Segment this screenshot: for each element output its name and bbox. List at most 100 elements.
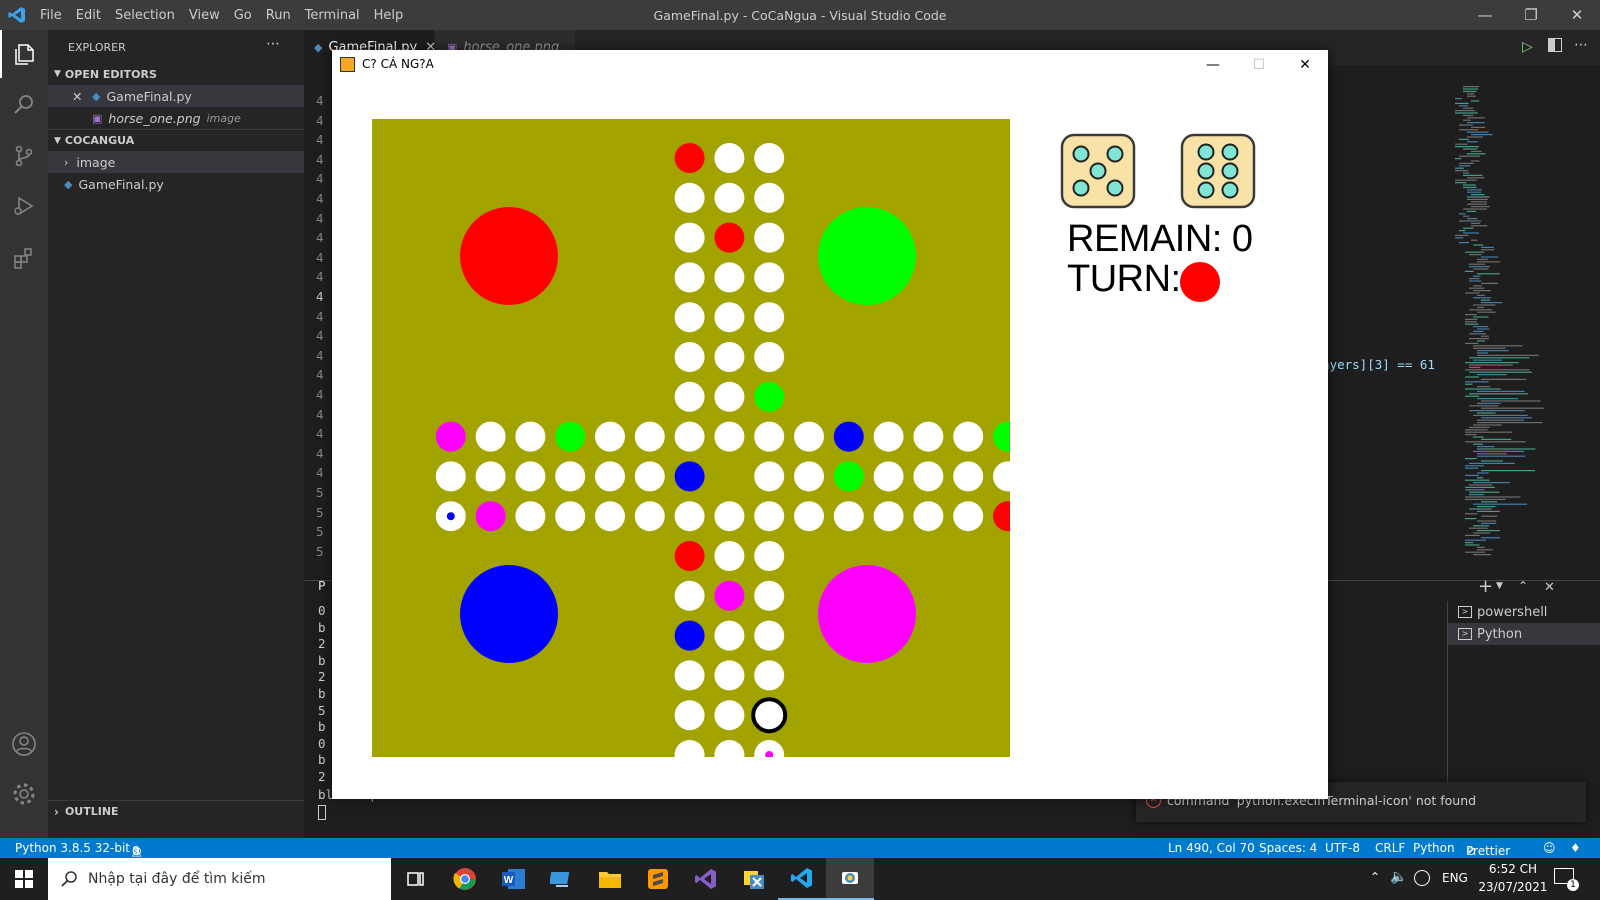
split-editor-icon[interactable] xyxy=(1548,38,1562,52)
minimap-line xyxy=(1477,374,1507,376)
maximize-panel-icon[interactable]: ⌃ xyxy=(1518,579,1528,593)
terminal-session-powershell[interactable]: > powershell xyxy=(1448,601,1600,623)
taskbar-search-box[interactable]: Nhập tại đây để tìm kiếm xyxy=(48,858,391,900)
open-editor-gamefinal[interactable]: ✕ ◆ GameFinal.py xyxy=(48,85,304,107)
minimap-line xyxy=(1473,304,1496,306)
line-number: 5 xyxy=(316,504,324,520)
word-icon[interactable]: W xyxy=(490,858,538,900)
menu-item-view[interactable]: View xyxy=(182,8,227,23)
search-icon[interactable] xyxy=(0,80,48,128)
minimap-line xyxy=(1477,520,1497,522)
settings-gear-icon[interactable] xyxy=(0,770,48,818)
chevron-down-icon[interactable]: ▼ xyxy=(1496,581,1503,591)
excel-python-icon[interactable] xyxy=(730,858,778,900)
accounts-icon[interactable] xyxy=(0,720,48,768)
menu-item-go[interactable]: Go xyxy=(227,8,259,23)
menu-item-help[interactable]: Help xyxy=(367,8,411,23)
minimap-line xyxy=(1467,117,1485,119)
computer-app-icon[interactable] xyxy=(538,858,586,900)
minimap-line xyxy=(1459,220,1482,222)
menu-item-run[interactable]: Run xyxy=(259,8,298,23)
minimap-line xyxy=(1481,302,1503,304)
new-terminal-icon[interactable]: + xyxy=(1478,576,1493,597)
minimap[interactable] xyxy=(1455,84,1595,584)
more-actions-icon[interactable]: ⋯ xyxy=(1574,37,1588,53)
more-actions-icon[interactable]: ⋯ xyxy=(266,36,280,52)
track-cell xyxy=(754,182,785,213)
minimap-line xyxy=(1481,537,1501,539)
open-editor-horse-one[interactable]: ▣ horse_one.png image xyxy=(48,107,304,129)
menu-item-file[interactable]: File xyxy=(33,8,69,23)
minimap-line xyxy=(1473,275,1481,277)
extensions-icon[interactable] xyxy=(0,234,48,282)
file-explorer-icon[interactable] xyxy=(586,858,634,900)
track-cell xyxy=(674,262,705,293)
menu-item-terminal[interactable]: Terminal xyxy=(298,8,367,23)
show-hidden-icons[interactable]: ⌃ xyxy=(1370,870,1380,884)
minimap-line xyxy=(1473,503,1528,505)
open-editors-section[interactable]: ▼ OPEN EDITORS xyxy=(48,63,304,85)
track-cell xyxy=(674,700,705,731)
chrome-icon[interactable] xyxy=(441,858,489,900)
minimap-line xyxy=(1471,100,1480,102)
indentation[interactable]: Spaces: 4 xyxy=(1259,841,1317,855)
python-game-taskbar-icon[interactable] xyxy=(826,858,874,900)
sublime-text-icon[interactable] xyxy=(634,858,682,900)
run-file-icon[interactable]: ▷ xyxy=(1522,39,1533,55)
menu-item-edit[interactable]: Edit xyxy=(69,8,108,23)
volume-icon[interactable]: 🔈 xyxy=(1390,869,1407,885)
line-number: 4 xyxy=(316,230,324,246)
minimap-line xyxy=(1467,189,1482,191)
minimap-line xyxy=(1465,458,1477,460)
dice-2[interactable] xyxy=(1179,132,1257,210)
feedback-icon[interactable]: ☺ xyxy=(1543,841,1556,855)
task-view-icon[interactable] xyxy=(392,858,440,900)
terminal-line: 5 xyxy=(318,702,326,718)
outline-section[interactable]: › OUTLINE xyxy=(48,800,304,822)
folder-section[interactable]: ▼ COCANGUA xyxy=(48,129,304,151)
vscode-logo-icon xyxy=(8,6,26,24)
line-ending[interactable]: CRLF xyxy=(1375,841,1405,855)
folder-item-gamefinal[interactable]: ◆ GameFinal.py xyxy=(48,173,304,195)
folder-item-image[interactable]: › image xyxy=(48,151,304,173)
game-maximize-button[interactable]: ☐ xyxy=(1236,50,1282,80)
restore-button[interactable]: ❐ xyxy=(1508,0,1554,30)
clock-time[interactable]: 6:52 CH xyxy=(1476,862,1550,876)
language-mode[interactable]: Python xyxy=(1413,841,1455,855)
cursor-position[interactable]: Ln 490, Col 70 xyxy=(1168,841,1255,855)
close-panel-icon[interactable]: ✕ xyxy=(1544,580,1555,595)
minimap-line xyxy=(1469,491,1500,493)
visual-studio-icon[interactable] xyxy=(682,858,730,900)
menu-item-selection[interactable]: Selection xyxy=(108,8,182,23)
run-debug-icon[interactable] xyxy=(0,182,48,230)
minimap-line xyxy=(1455,234,1469,236)
svg-text:W: W xyxy=(504,875,514,886)
game-minimize-button[interactable]: — xyxy=(1190,50,1236,80)
windows-start-icon[interactable] xyxy=(0,858,48,900)
network-globe-icon[interactable] xyxy=(1414,870,1430,886)
explorer-icon[interactable] xyxy=(0,30,48,78)
piece-green xyxy=(833,461,864,492)
minimap-line xyxy=(1481,407,1544,409)
vscode-taskbar-icon[interactable] xyxy=(778,858,826,900)
minimap-line xyxy=(1477,477,1484,479)
terminal-session-python[interactable]: > Python xyxy=(1448,623,1600,645)
encoding[interactable]: UTF-8 xyxy=(1325,841,1360,855)
input-language[interactable]: ENG xyxy=(1442,871,1468,885)
close-button[interactable]: ✕ xyxy=(1554,0,1600,30)
track-cell xyxy=(515,501,546,532)
minimap-line xyxy=(1465,321,1477,323)
minimap-line xyxy=(1481,501,1498,503)
minimap-line xyxy=(1469,278,1480,280)
close-icon[interactable]: ✕ xyxy=(72,89,88,104)
minimap-line xyxy=(1465,474,1480,476)
game-close-button[interactable]: ✕ xyxy=(1282,50,1328,80)
terminal-line: b xyxy=(318,686,326,701)
clock-date[interactable]: 23/07/2021 xyxy=(1476,880,1550,894)
dice-1[interactable] xyxy=(1059,132,1137,210)
source-control-icon[interactable] xyxy=(0,132,48,180)
python-interpreter[interactable]: Python 3.8.5 32-bit xyxy=(15,841,130,855)
ludo-board[interactable] xyxy=(372,119,1010,757)
minimize-button[interactable]: — xyxy=(1462,0,1508,30)
notifications-bell-icon[interactable]: ♦ xyxy=(1570,841,1581,855)
